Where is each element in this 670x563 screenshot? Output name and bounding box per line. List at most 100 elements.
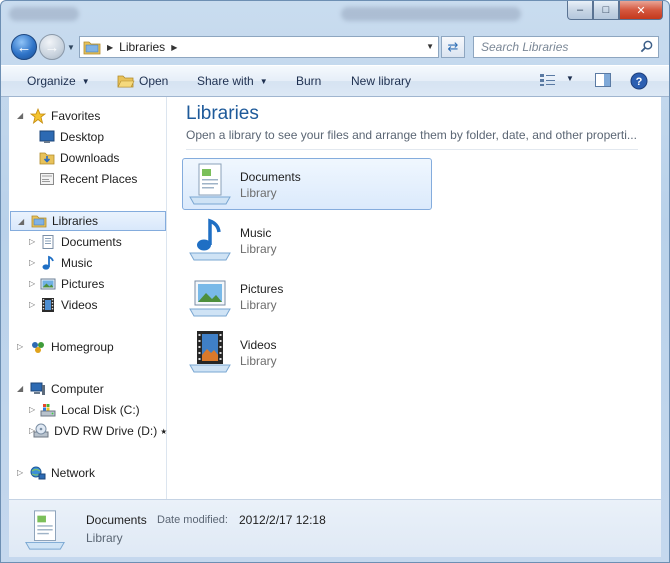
nav-label: Pictures [61, 277, 105, 291]
computer-icon [30, 382, 45, 395]
organize-button[interactable]: Organize ▼ [27, 74, 90, 88]
search-icon[interactable] [640, 40, 653, 53]
nav-label: Network [51, 466, 96, 480]
open-folder-icon [117, 75, 135, 88]
documents-library-icon [189, 163, 231, 205]
music-library-icon [189, 218, 231, 261]
nav-label: Desktop [60, 130, 105, 144]
expand-closed-icon[interactable]: ▷ [29, 237, 35, 246]
open-label: Open [139, 74, 169, 88]
address-history-dropdown[interactable]: ▼ [426, 42, 434, 51]
change-view-button[interactable] [539, 73, 557, 87]
libraries-folder-icon [31, 215, 47, 228]
chevron-down-icon: ▼ [566, 74, 574, 83]
expand-closed-icon[interactable]: ▷ [17, 468, 23, 477]
address-bar[interactable]: ▶ Libraries ▶ ▼ [79, 36, 439, 58]
pictures-library-icon [189, 280, 231, 317]
expand-closed-icon[interactable]: ▷ [29, 258, 35, 267]
refresh-icon: ⇄ [447, 39, 459, 54]
share-with-label: Share with [197, 74, 254, 88]
expand-closed-icon[interactable]: ▷ [29, 300, 35, 309]
view-options-dropdown[interactable]: ▼ [566, 74, 574, 83]
blurred-title-right [341, 7, 521, 21]
library-tile-music[interactable]: Music Library [182, 214, 432, 266]
expand-closed-icon[interactable]: ▷ [29, 279, 35, 288]
back-button[interactable]: ← [11, 34, 37, 60]
nav-item-dvd-drive[interactable]: ▷ DVD RW Drive (D:) ⭑ [29, 421, 167, 441]
expand-closed-icon[interactable]: ▷ [17, 342, 23, 351]
nav-label: DVD RW Drive (D:) ⭑ [54, 423, 167, 438]
nav-item-music[interactable]: ▷ Music [29, 253, 92, 273]
documents-icon [42, 235, 54, 249]
nav-label: Libraries [52, 214, 99, 228]
close-button[interactable]: ✕ [619, 1, 663, 20]
network-icon [30, 466, 46, 480]
nav-label: Computer [51, 382, 104, 396]
nav-item-computer[interactable]: ◢ Computer [17, 379, 104, 399]
nav-item-homegroup[interactable]: ▷ Homegroup [17, 337, 114, 357]
nav-label: Videos [61, 298, 98, 312]
recent-places-icon [40, 173, 54, 185]
library-tile-pictures[interactable]: Pictures Library [182, 270, 432, 322]
library-tile-documents[interactable]: Documents Library [182, 158, 432, 210]
recent-pages-dropdown[interactable]: ▼ [67, 43, 75, 52]
nav-item-local-disk[interactable]: ▷ Local Disk (C:) [29, 400, 140, 420]
organize-label: Organize [27, 74, 76, 88]
preview-pane-button[interactable] [595, 73, 611, 87]
dvd-drive-icon [33, 423, 49, 438]
share-with-button[interactable]: Share with ▼ [197, 74, 268, 88]
library-tile-videos[interactable]: Videos Library [182, 326, 432, 378]
help-button[interactable]: ? [630, 72, 648, 90]
new-library-button[interactable]: New library [351, 74, 411, 88]
library-kind: Library [240, 242, 277, 256]
preview-pane-icon [595, 73, 611, 87]
expand-open-icon[interactable]: ◢ [17, 111, 23, 120]
forward-button[interactable]: → [39, 34, 65, 60]
command-bar: Organize ▼ Open Share with ▼ Burn New li… [1, 65, 669, 97]
page-title: Libraries [186, 103, 259, 124]
window-controls: – □ ✕ [567, 1, 663, 20]
address-row: ← → ▼ ▶ Libraries ▶ ▼ ⇄ Search Libraries [1, 31, 669, 63]
homegroup-icon [32, 342, 44, 353]
videos-library-icon [189, 331, 231, 373]
nav-item-documents[interactable]: ▷ Documents [29, 232, 122, 252]
open-button[interactable]: Open [117, 74, 168, 88]
star-icon [30, 108, 46, 124]
title-bar[interactable]: – □ ✕ [1, 1, 669, 29]
downloads-folder-icon [39, 152, 55, 165]
refresh-button[interactable]: ⇄ [441, 36, 465, 58]
chevron-down-icon: ▼ [81, 76, 90, 86]
nav-item-downloads[interactable]: Downloads [39, 148, 119, 168]
breadcrumb-chevron-icon[interactable]: ▶ [107, 43, 113, 52]
maximize-button[interactable]: □ [593, 1, 619, 20]
main-pane[interactable]: Libraries Open a library to see your fil… [168, 97, 661, 499]
desktop-icon [39, 130, 55, 143]
arrow-right-icon: → [44, 38, 60, 56]
navigation-pane[interactable]: ◢ Favorites Desktop Downloads Recent Pla… [9, 97, 167, 499]
blurred-title-left [9, 7, 79, 21]
minimize-button[interactable]: – [567, 1, 593, 20]
arrow-left-icon: ← [16, 38, 32, 56]
expand-open-icon[interactable]: ◢ [18, 217, 24, 226]
nav-item-recent-places[interactable]: Recent Places [39, 169, 137, 189]
nav-label: Documents [61, 235, 122, 249]
new-library-label: New library [351, 74, 412, 88]
nav-label: Recent Places [60, 172, 138, 186]
nav-item-pictures[interactable]: ▷ Pictures [29, 274, 104, 294]
nav-item-favorites[interactable]: ◢ Favorites [17, 106, 165, 126]
nav-item-desktop[interactable]: Desktop [39, 127, 104, 147]
expand-closed-icon[interactable]: ▷ [29, 426, 35, 435]
page-subtitle: Open a library to see your files and arr… [186, 128, 637, 142]
breadcrumb-chevron-icon[interactable]: ▶ [171, 43, 177, 52]
explorer-window: – □ ✕ ← → ▼ ▶ Libraries ▶ ▼ ⇄ Search Lib… [0, 0, 670, 563]
library-name: Videos [240, 338, 277, 352]
search-input[interactable]: Search Libraries [473, 36, 659, 58]
nav-item-libraries[interactable]: ◢ Libraries [10, 211, 166, 231]
nav-item-network[interactable]: ▷ Network [17, 463, 95, 483]
documents-library-icon [25, 510, 65, 550]
breadcrumb-libraries[interactable]: Libraries [119, 40, 165, 54]
expand-open-icon[interactable]: ◢ [17, 384, 23, 393]
expand-closed-icon[interactable]: ▷ [29, 405, 35, 414]
nav-item-videos[interactable]: ▷ Videos [29, 295, 97, 315]
burn-button[interactable]: Burn [296, 74, 321, 88]
